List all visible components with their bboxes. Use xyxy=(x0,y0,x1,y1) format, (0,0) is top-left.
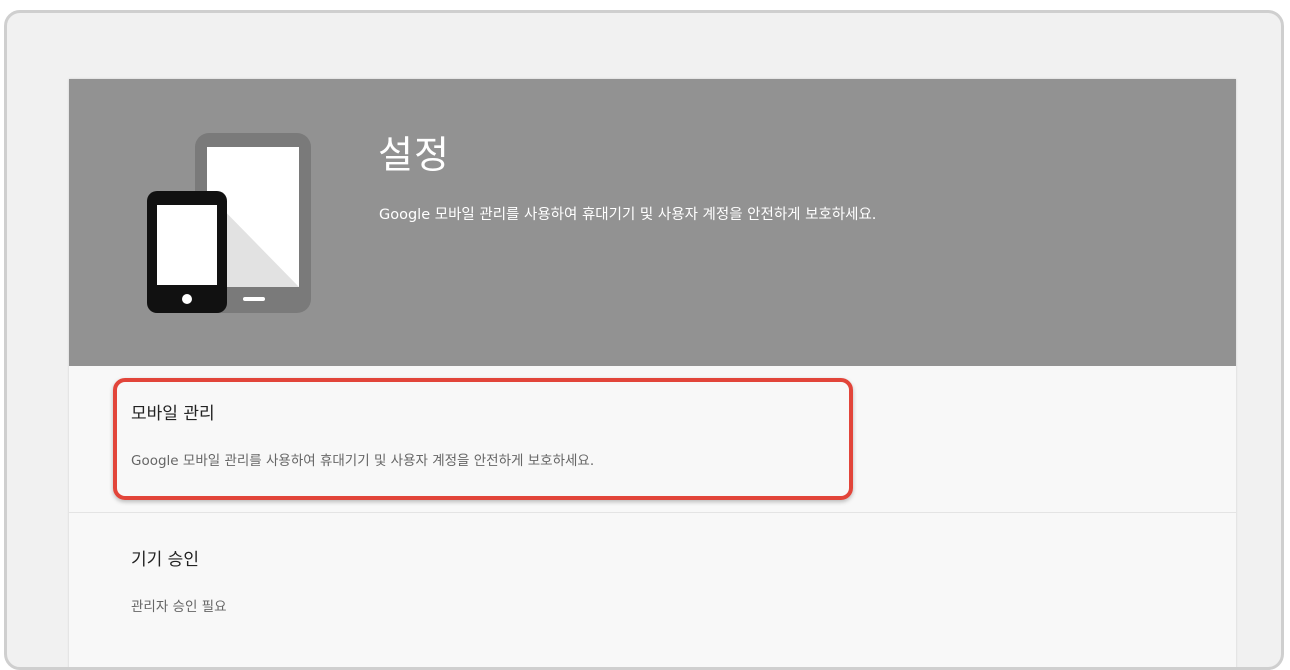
window-frame: 설정 Google 모바일 관리를 사용하여 휴대기기 및 사용자 계정을 안전… xyxy=(4,10,1284,670)
settings-item-device-approval[interactable]: 기기 승인 관리자 승인 필요 xyxy=(69,513,1236,667)
page-title: 설정 xyxy=(378,133,450,177)
settings-card: 설정 Google 모바일 관리를 사용하여 휴대기기 및 사용자 계정을 안전… xyxy=(69,79,1236,667)
settings-item-title: 기기 승인 xyxy=(131,550,199,570)
settings-item-title: 모바일 관리 xyxy=(131,404,215,424)
settings-item-description: Google 모바일 관리를 사용하여 휴대기기 및 사용자 계정을 안전하게 … xyxy=(131,453,595,469)
page-subtitle: Google 모바일 관리를 사용하여 휴대기기 및 사용자 계정을 안전하게 … xyxy=(379,207,877,223)
devices-icon xyxy=(147,133,311,313)
settings-item-mobile-management[interactable]: 모바일 관리 Google 모바일 관리를 사용하여 휴대기기 및 사용자 계정… xyxy=(69,366,1236,513)
settings-item-description: 관리자 승인 필요 xyxy=(131,599,227,615)
settings-header: 설정 Google 모바일 관리를 사용하여 휴대기기 및 사용자 계정을 안전… xyxy=(69,79,1236,366)
